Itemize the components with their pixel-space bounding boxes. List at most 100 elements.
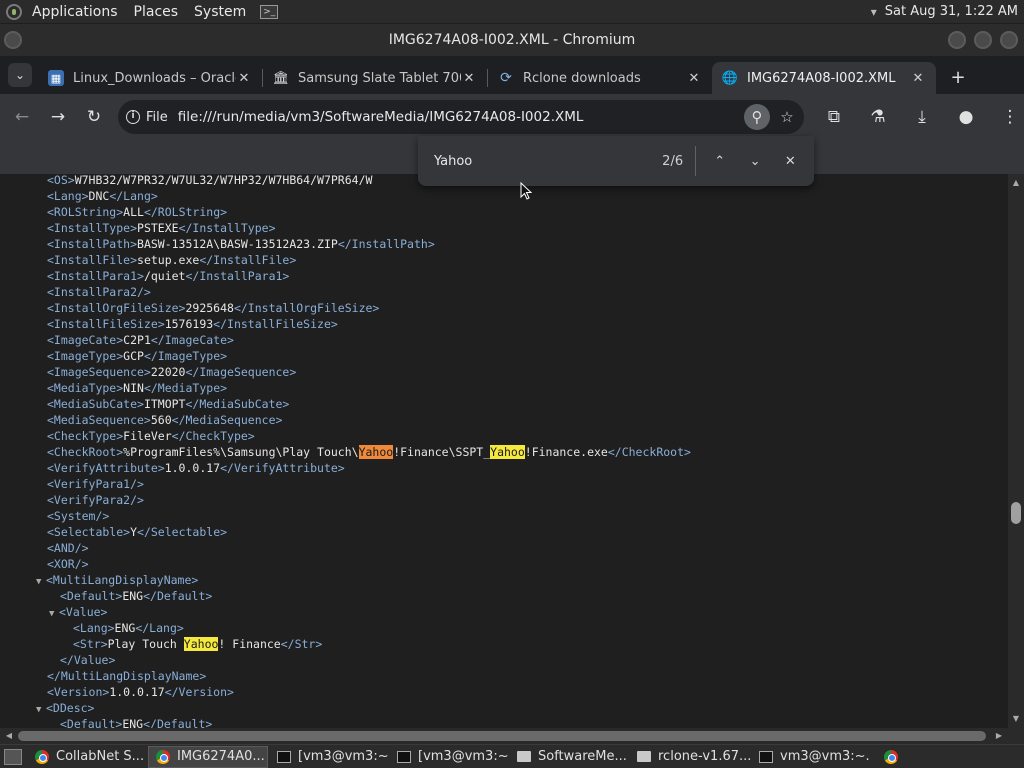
maximize-button[interactable] [974, 31, 992, 49]
xml-line: <VerifyPara2/> [47, 492, 144, 508]
xml-line: <InstallPath>BASW-13512A\BASW-13512A23.Z… [47, 236, 435, 252]
applications-menu[interactable]: Applications [24, 0, 126, 24]
taskbar-item[interactable]: IMG6274A0... [148, 745, 268, 768]
xml-text: 1576193 [164, 317, 214, 331]
folder-icon [516, 750, 532, 764]
xml-line: <XOR/> [47, 556, 89, 572]
collapse-toggle-icon[interactable]: ▼ [36, 574, 46, 590]
find-in-page-icon[interactable]: ⚲ [744, 104, 770, 130]
kebab-menu-icon: ⋮ [1001, 107, 1019, 127]
collapse-toggle-icon[interactable]: ▼ [36, 702, 46, 718]
close-window-button[interactable] [1000, 31, 1018, 49]
find-next-button[interactable]: ⌄ [743, 149, 766, 173]
panel-arrow-icon[interactable]: ▾ [871, 5, 877, 19]
chrome-icon [155, 749, 171, 764]
tab-xml-active[interactable]: 🌐 IMG6274A08-I002.XML ✕ [712, 62, 936, 94]
system-menu[interactable]: System [186, 0, 254, 24]
xml-tag: <ImageCate> [47, 333, 124, 347]
scroll-up-icon[interactable]: ▲ [1008, 176, 1024, 190]
terminal-launcher-icon[interactable]: >_ [260, 4, 279, 19]
xml-text: GCP [123, 349, 144, 363]
close-tab-icon[interactable]: ✕ [686, 71, 702, 86]
show-desktop-icon[interactable] [4, 748, 22, 765]
new-tab-button[interactable]: + [944, 63, 972, 91]
xml-line: <InstallOrgFileSize>2925648</InstallOrgF… [47, 300, 379, 316]
taskbar-item[interactable]: vm3@vm3:~... [752, 746, 870, 768]
horizontal-scrollbar[interactable]: ◀ ▶ [0, 728, 1008, 744]
xml-text: NIN [123, 381, 144, 395]
taskbar-item-label: [vm3@vm3:~] [298, 749, 388, 764]
taskbar-item[interactable]: rclone-v1.67... [630, 746, 750, 768]
taskbar-item[interactable]: [vm3@vm3:~] [270, 746, 388, 768]
xml-tag: </Str> [280, 637, 323, 651]
xml-tag: <InstallPara2/> [47, 285, 151, 299]
window-menu-button[interactable] [4, 31, 22, 49]
search-highlight: Yahoo [358, 445, 394, 459]
close-tab-icon[interactable]: ✕ [461, 71, 477, 86]
downloads-button[interactable]: ⤓ [908, 103, 936, 131]
xml-tag: <VerifyAttribute> [47, 461, 165, 475]
chevron-down-icon: ⌄ [749, 153, 761, 169]
scroll-right-icon[interactable]: ▶ [992, 728, 1006, 744]
places-menu[interactable]: Places [126, 0, 187, 24]
xml-tag: </Value> [60, 653, 116, 667]
forward-button[interactable]: → [44, 103, 72, 131]
xml-tag: </ImageSequence> [185, 365, 297, 379]
oracle-wiki-icon: ▦ [48, 70, 64, 86]
rclone-icon: ⟳ [500, 70, 512, 86]
panel-clock[interactable]: Sat Aug 31, 1:22 AM [885, 4, 1018, 19]
taskbar-item[interactable]: [vm3@vm3:~] [390, 746, 508, 768]
horizontal-scroll-thumb[interactable] [18, 731, 986, 741]
xml-line: <Version>1.0.0.17</Version> [47, 684, 234, 700]
vertical-scroll-thumb[interactable] [1011, 502, 1021, 524]
xml-text: 560 [150, 413, 172, 427]
back-button[interactable]: ← [8, 103, 36, 131]
scroll-left-icon[interactable]: ◀ [2, 728, 16, 744]
scroll-down-icon[interactable]: ▼ [1008, 712, 1024, 726]
taskbar-item-label: rclone-v1.67... [658, 749, 750, 764]
xml-line: <MediaSequence>560</MediaSequence> [47, 412, 282, 428]
find-input[interactable]: Yahoo [434, 154, 628, 169]
find-close-button[interactable]: ✕ [779, 149, 802, 173]
taskbar-item[interactable]: SoftwareMe... [510, 746, 628, 768]
distro-logo-icon[interactable] [6, 3, 22, 20]
tray-chromium-icon[interactable] [878, 746, 904, 768]
xml-document-view[interactable]: <OS>W7HB32/W7PR32/W7UL32/W7HP32/W7HB64/W… [0, 174, 1008, 728]
close-tab-icon[interactable]: ✕ [236, 71, 252, 86]
tab-samsung[interactable]: 🏛 Samsung Slate Tablet 700 ✕ [263, 62, 487, 94]
xml-text: ENG [114, 621, 136, 635]
xml-text: DNC [88, 189, 110, 203]
tab-rclone[interactable]: ⟳ Rclone downloads ✕ [488, 62, 712, 94]
vertical-scrollbar[interactable]: ▲ ▼ [1008, 174, 1024, 728]
labs-button[interactable]: ⚗ [864, 103, 892, 131]
xml-tag: <CheckType> [47, 429, 124, 443]
collapse-toggle-icon[interactable]: ▼ [49, 606, 59, 622]
taskbar-item-label: IMG6274A0... [177, 749, 265, 764]
find-previous-button[interactable]: ⌃ [708, 149, 731, 173]
close-tab-icon[interactable]: ✕ [910, 71, 926, 86]
extensions-button[interactable]: ⧉ [820, 103, 848, 131]
profile-button[interactable]: ● [952, 103, 980, 131]
xml-tag: </Selectable> [137, 525, 228, 539]
top-panel: Applications Places System >_ ▾ Sat Aug … [0, 0, 1024, 24]
xml-text: FileVer [123, 429, 172, 443]
xml-tag: </MultiLangDisplayName> [47, 669, 207, 683]
minimize-button[interactable] [948, 31, 966, 49]
tab-search-button[interactable]: ⌄ [8, 63, 32, 87]
xml-line: <AND/> [47, 540, 89, 556]
window-title-bar[interactable]: IMG6274A08-I002.XML - Chromium [0, 24, 1024, 56]
xml-line: <MediaSubCate>ITMOPT</MediaSubCate> [47, 396, 289, 412]
terminal-icon [758, 750, 774, 764]
taskbar-item-label: [vm3@vm3:~] [418, 749, 508, 764]
site-info-chip[interactable]: i File [126, 110, 178, 125]
taskbar-item[interactable]: CollabNet S... [28, 746, 146, 768]
tab-oracle[interactable]: ▦ Linux_Downloads – Oracle ✕ [38, 62, 262, 94]
address-bar[interactable]: i File file:///run/media/vm3/SoftwareMed… [118, 100, 804, 134]
bookmark-star-icon[interactable]: ☆ [774, 104, 800, 130]
xml-line: ▼ <DDesc> [36, 700, 94, 716]
reload-button[interactable]: ↻ [80, 103, 108, 131]
menu-button[interactable]: ⋮ [996, 103, 1024, 131]
url-text[interactable]: file:///run/media/vm3/SoftwareMedia/IMG6… [178, 109, 744, 125]
xml-tag: <VerifyPara1/> [47, 477, 144, 491]
close-icon: ✕ [784, 153, 796, 169]
